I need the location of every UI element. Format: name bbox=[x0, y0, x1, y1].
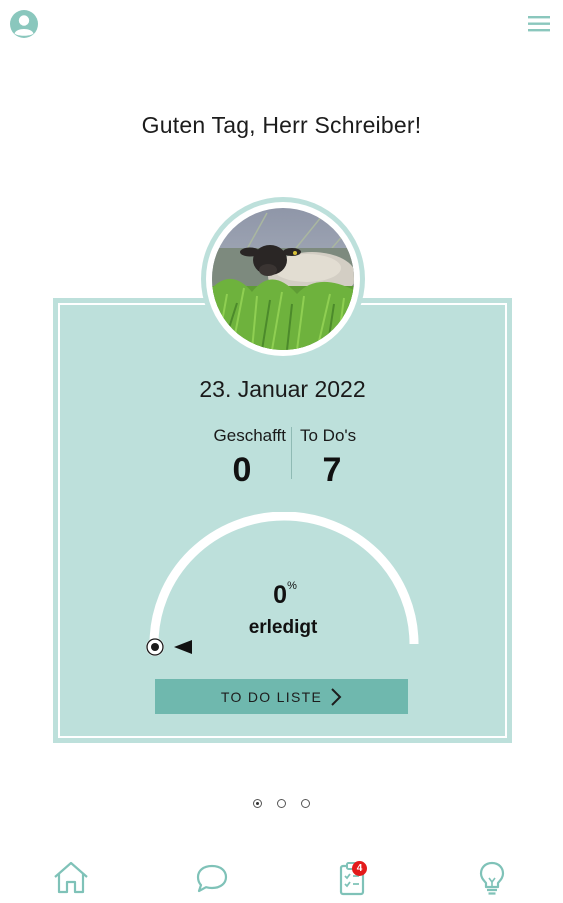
todo-label: To Do's bbox=[300, 426, 357, 445]
greeting-title: Guten Tag, Herr Schreiber! bbox=[141, 112, 422, 138]
todo-list-button-label: TO DO LISTE bbox=[220, 688, 323, 705]
nav-ideas[interactable] bbox=[472, 858, 512, 898]
progress-percent: 0% bbox=[230, 580, 340, 610]
page-dot-1[interactable] bbox=[253, 799, 262, 808]
lightbulb-icon bbox=[479, 861, 505, 895]
todo-list-button[interactable]: TO DO LISTE bbox=[155, 679, 408, 714]
progress-percent-value: 0 bbox=[273, 581, 288, 609]
done-count: 0 bbox=[232, 451, 252, 489]
menu-button[interactable] bbox=[524, 12, 554, 36]
progress-label: erledigt bbox=[248, 617, 318, 638]
user-circle-icon bbox=[10, 10, 38, 38]
todo-count: 7 bbox=[322, 451, 342, 489]
profile-button[interactable] bbox=[8, 8, 40, 40]
sheep-photo bbox=[212, 208, 354, 350]
page-dot-2[interactable] bbox=[277, 799, 286, 808]
hamburger-menu-icon bbox=[528, 16, 550, 32]
home-icon bbox=[54, 861, 88, 894]
chat-icon bbox=[196, 864, 228, 893]
nav-home[interactable] bbox=[51, 858, 91, 898]
gauge-marker bbox=[146, 638, 164, 656]
chevron-right-icon bbox=[331, 687, 342, 706]
stats-divider bbox=[291, 427, 292, 479]
date-label: 23. Januar 2022 bbox=[199, 376, 366, 402]
done-label: Geschafft bbox=[213, 426, 286, 445]
nav-chat[interactable] bbox=[192, 858, 232, 898]
page-dot-3[interactable] bbox=[301, 799, 310, 808]
tasks-badge: 4 bbox=[352, 861, 367, 876]
avatar bbox=[212, 208, 354, 350]
gauge-pointer-icon bbox=[174, 640, 192, 654]
percent-sign: % bbox=[287, 580, 297, 592]
